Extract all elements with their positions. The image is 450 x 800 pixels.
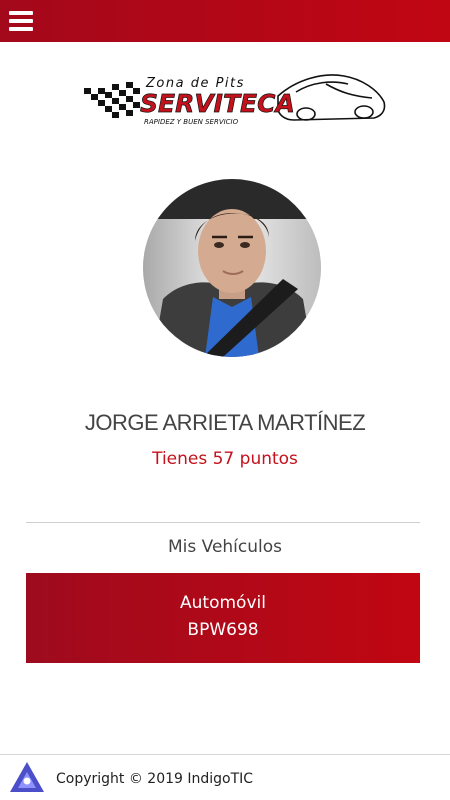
vehicle-type: Automóvil	[180, 593, 266, 613]
user-avatar	[143, 179, 321, 357]
my-vehicles-title: Mis Vehículos	[167, 537, 283, 557]
logo-serviteca-text: SERVITECA	[140, 89, 295, 118]
indigotic-logo-icon	[10, 762, 44, 792]
section-divider	[26, 522, 420, 523]
points-text: Tienes 57 puntos	[152, 449, 298, 469]
user-name: JORGE ARRIETA MARTÍNEZ	[84, 410, 366, 435]
checkered-flag-icon	[84, 82, 140, 118]
vehicle-plate: BPW698	[187, 620, 259, 640]
footer-divider	[0, 754, 450, 755]
logo-tagline-text: RAPIDEZ Y BUEN SERVICIO	[144, 118, 239, 126]
serviteca-logo: Zona de Pits SERVITECA RAPIDEZ Y BUEN SE…	[84, 74, 386, 126]
top-app-bar	[0, 0, 450, 42]
vehicle-card[interactable]: Automóvil BPW698	[26, 573, 420, 663]
hamburger-menu-icon[interactable]	[9, 11, 33, 31]
copyright-text: Copyright © 2019 IndigoTIC	[56, 771, 254, 787]
